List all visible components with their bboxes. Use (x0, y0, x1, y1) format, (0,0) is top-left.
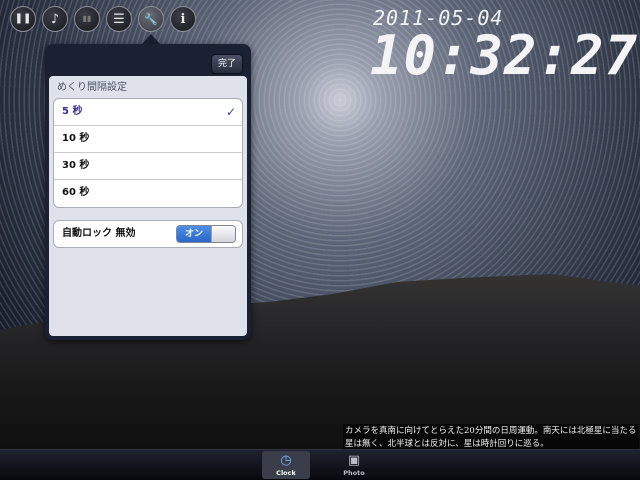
interval-option-10s[interactable]: 10 秒 (54, 126, 242, 153)
photo-caption: カメラを真南に向けてとらえた20分間の日周運動。南天には北極星に当たる星は無く、… (343, 424, 639, 452)
clock-icon: ◷ (280, 453, 292, 468)
interval-section-title: めくり間隔設定 (57, 82, 127, 93)
interval-option-60s[interactable]: 60 秒 (54, 180, 242, 207)
interval-option-label: 10 秒 (62, 133, 90, 144)
interval-list: 5 秒 ✓ 10 秒 30 秒 60 秒 (53, 98, 243, 208)
settings-panel: めくり間隔設定 5 秒 ✓ 10 秒 30 秒 60 秒 自動ロック 無効 オン (49, 76, 247, 336)
autolock-setting: 自動ロック 無効 オン (53, 220, 243, 248)
list-icon[interactable]: ☰ (106, 6, 132, 32)
pause-icon[interactable]: ❚❚ (10, 6, 36, 32)
settings-popover: 完了 めくり間隔設定 5 秒 ✓ 10 秒 30 秒 60 秒 自動ロック 無効… (45, 44, 251, 340)
info-icon[interactable]: i (170, 6, 196, 32)
top-toolbar: ❚❚ ♪ ▮▮ ☰ 🔧 i (10, 6, 196, 32)
tab-photo-label: Photo (343, 469, 365, 477)
popover-header: 完了 (49, 48, 247, 76)
toggle-knob (211, 226, 235, 242)
clock-time: 10:32:27 (370, 24, 639, 87)
interval-option-5s[interactable]: 5 秒 ✓ (54, 99, 242, 126)
interval-option-label: 30 秒 (62, 160, 90, 171)
photo-icon: ▣ (347, 453, 361, 468)
done-button[interactable]: 完了 (210, 54, 243, 74)
interval-option-label: 5 秒 (62, 106, 83, 117)
bottom-tab-bar: ◷ Clock ▣ Photo (0, 449, 640, 480)
interval-option-30s[interactable]: 30 秒 (54, 153, 242, 180)
wrench-icon[interactable]: 🔧 (138, 6, 164, 32)
equalizer-icon[interactable]: ▮▮ (74, 6, 100, 32)
autolock-label: 自動ロック 無効 (62, 228, 136, 239)
popover-arrow (142, 34, 160, 44)
music-note-icon[interactable]: ♪ (42, 6, 68, 32)
checkmark-icon: ✓ (225, 105, 236, 119)
interval-option-label: 60 秒 (62, 187, 90, 198)
tab-clock[interactable]: ◷ Clock (262, 451, 310, 479)
tab-photo[interactable]: ▣ Photo (330, 451, 378, 479)
tab-clock-label: Clock (276, 469, 296, 477)
autolock-toggle[interactable]: オン (176, 225, 236, 243)
toggle-on-label: オン (177, 226, 211, 242)
